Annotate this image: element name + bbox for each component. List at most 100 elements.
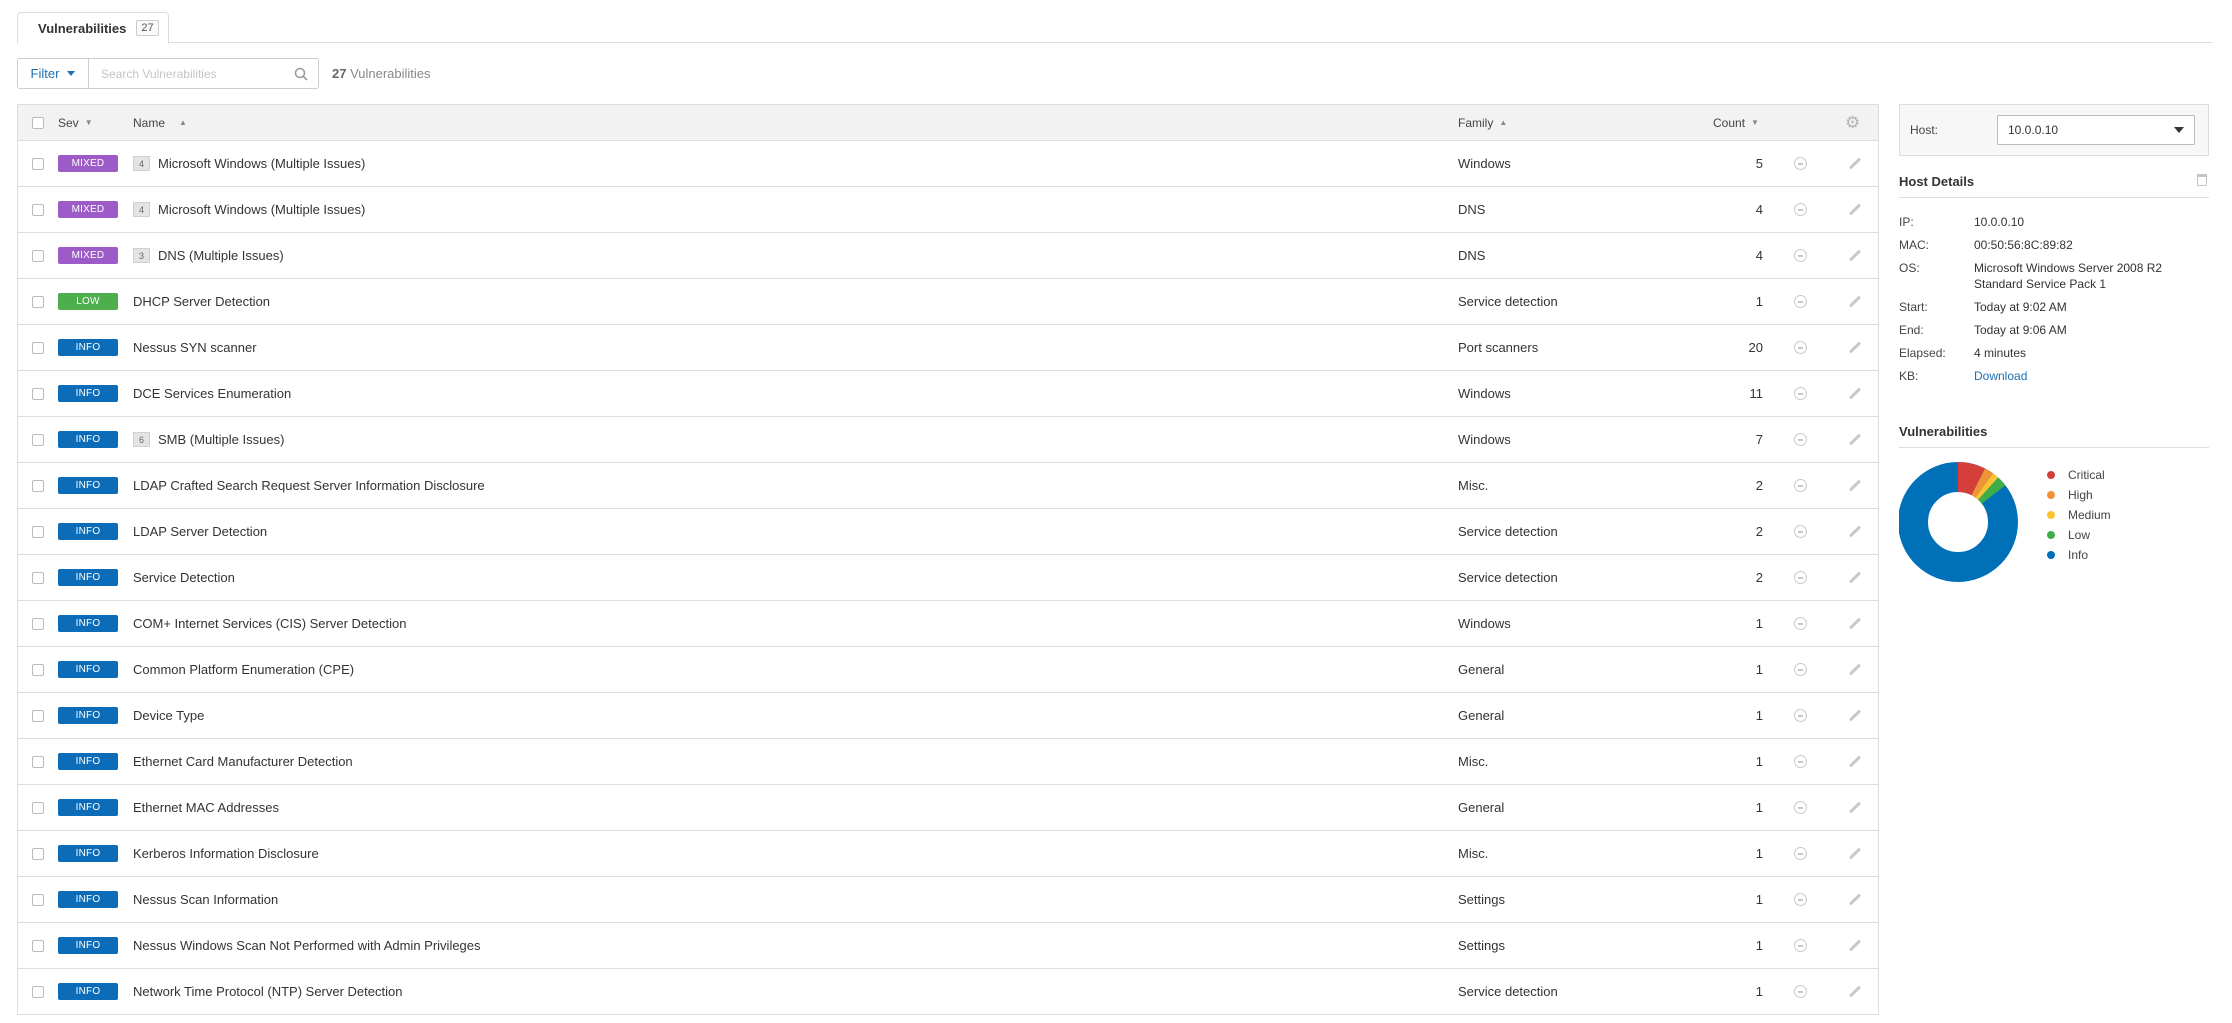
table-row[interactable]: INFO COM+ Internet Services (CIS) Server…: [18, 601, 1878, 647]
vulnerability-name[interactable]: Common Platform Enumeration (CPE): [133, 662, 354, 677]
table-row[interactable]: INFO Nessus Scan Information Settings 1: [18, 877, 1878, 923]
edit-pencil-icon[interactable]: [1848, 755, 1862, 768]
vulnerability-name[interactable]: Ethernet Card Manufacturer Detection: [133, 754, 353, 769]
edit-pencil-icon[interactable]: [1848, 387, 1862, 400]
row-checkbox[interactable]: [32, 617, 44, 630]
row-checkbox[interactable]: [32, 203, 44, 216]
edit-pencil-icon[interactable]: [1848, 801, 1862, 814]
vulnerability-name[interactable]: Nessus Scan Information: [133, 892, 278, 907]
snooze-icon[interactable]: [1794, 387, 1807, 400]
vulnerability-name[interactable]: Microsoft Windows (Multiple Issues): [158, 156, 365, 171]
tab-vulnerabilities[interactable]: Vulnerabilities 27: [17, 12, 169, 44]
filter-button[interactable]: Filter: [17, 58, 89, 89]
search-input[interactable]: [99, 65, 279, 82]
row-checkbox[interactable]: [32, 341, 44, 354]
row-checkbox[interactable]: [32, 801, 44, 814]
row-checkbox[interactable]: [32, 387, 44, 400]
snooze-icon[interactable]: [1794, 203, 1807, 216]
edit-pencil-icon[interactable]: [1848, 847, 1862, 860]
vulnerability-name[interactable]: Nessus Windows Scan Not Performed with A…: [133, 938, 481, 953]
edit-pencil-icon[interactable]: [1848, 939, 1862, 952]
row-checkbox[interactable]: [32, 709, 44, 722]
vulnerability-name[interactable]: DNS (Multiple Issues): [158, 248, 284, 263]
edit-pencil-icon[interactable]: [1848, 985, 1862, 998]
table-row[interactable]: LOW DHCP Server Detection Service detect…: [18, 279, 1878, 325]
edit-pencil-icon[interactable]: [1848, 617, 1862, 630]
host-select[interactable]: 10.0.0.10: [1997, 115, 2195, 145]
row-checkbox[interactable]: [32, 479, 44, 492]
edit-pencil-icon[interactable]: [1848, 571, 1862, 584]
table-row[interactable]: INFO Common Platform Enumeration (CPE) G…: [18, 647, 1878, 693]
snooze-icon[interactable]: [1794, 709, 1807, 722]
snooze-icon[interactable]: [1794, 617, 1807, 630]
column-header-count[interactable]: Count ▼: [1713, 105, 1759, 140]
edit-pencil-icon[interactable]: [1848, 433, 1862, 446]
row-checkbox[interactable]: [32, 249, 44, 262]
row-checkbox[interactable]: [32, 847, 44, 860]
column-header-name[interactable]: Name ▲: [133, 105, 187, 140]
edit-pencil-icon[interactable]: [1848, 203, 1862, 216]
snooze-icon[interactable]: [1794, 985, 1807, 998]
vulnerability-name[interactable]: DCE Services Enumeration: [133, 386, 291, 401]
vulnerability-name[interactable]: Microsoft Windows (Multiple Issues): [158, 202, 365, 217]
edit-pencil-icon[interactable]: [1848, 525, 1862, 538]
vulnerability-name[interactable]: Nessus SYN scanner: [133, 340, 257, 355]
table-row[interactable]: INFO DCE Services Enumeration Windows 11: [18, 371, 1878, 417]
snooze-icon[interactable]: [1794, 663, 1807, 676]
snooze-icon[interactable]: [1794, 525, 1807, 538]
column-header-sev[interactable]: Sev ▼: [58, 105, 93, 140]
vulnerability-name[interactable]: COM+ Internet Services (CIS) Server Dete…: [133, 616, 406, 631]
vulnerability-name[interactable]: Device Type: [133, 708, 204, 723]
table-row[interactable]: INFO LDAP Crafted Search Request Server …: [18, 463, 1878, 509]
search-icon[interactable]: [294, 67, 308, 81]
edit-pencil-icon[interactable]: [1848, 709, 1862, 722]
row-checkbox[interactable]: [32, 663, 44, 676]
snooze-icon[interactable]: [1794, 479, 1807, 492]
vulnerability-name[interactable]: LDAP Crafted Search Request Server Infor…: [133, 478, 485, 493]
snooze-icon[interactable]: [1794, 893, 1807, 906]
table-row[interactable]: INFO Ethernet MAC Addresses General 1: [18, 785, 1878, 831]
edit-pencil-icon[interactable]: [1848, 663, 1862, 676]
row-checkbox[interactable]: [32, 157, 44, 170]
snooze-icon[interactable]: [1794, 939, 1807, 952]
snooze-icon[interactable]: [1794, 341, 1807, 354]
row-checkbox[interactable]: [32, 985, 44, 998]
trash-icon[interactable]: [2197, 174, 2207, 186]
edit-pencil-icon[interactable]: [1848, 893, 1862, 906]
vulnerability-name[interactable]: LDAP Server Detection: [133, 524, 267, 539]
table-row[interactable]: MIXED 4 Microsoft Windows (Multiple Issue…: [18, 141, 1878, 187]
column-header-family[interactable]: Family ▲: [1458, 105, 1507, 140]
row-checkbox[interactable]: [32, 571, 44, 584]
row-checkbox[interactable]: [32, 525, 44, 538]
download-link[interactable]: Download: [1974, 368, 2204, 384]
row-checkbox[interactable]: [32, 755, 44, 768]
edit-pencil-icon[interactable]: [1848, 295, 1862, 308]
snooze-icon[interactable]: [1794, 571, 1807, 584]
search-box[interactable]: [89, 58, 319, 89]
vulnerability-name[interactable]: Service Detection: [133, 570, 235, 585]
row-checkbox[interactable]: [32, 295, 44, 308]
edit-pencil-icon[interactable]: [1848, 249, 1862, 262]
vulnerability-name[interactable]: Network Time Protocol (NTP) Server Detec…: [133, 984, 402, 999]
table-row[interactable]: INFO 6 SMB (Multiple Issues) Windows 7: [18, 417, 1878, 463]
edit-pencil-icon[interactable]: [1848, 157, 1862, 170]
snooze-icon[interactable]: [1794, 249, 1807, 262]
snooze-icon[interactable]: [1794, 801, 1807, 814]
table-row[interactable]: INFO Nessus Windows Scan Not Performed w…: [18, 923, 1878, 969]
table-row[interactable]: INFO Kerberos Information Disclosure Mis…: [18, 831, 1878, 877]
table-row[interactable]: INFO Network Time Protocol (NTP) Server …: [18, 969, 1878, 1015]
table-row[interactable]: INFO Ethernet Card Manufacturer Detectio…: [18, 739, 1878, 785]
snooze-icon[interactable]: [1794, 847, 1807, 860]
vulnerability-name[interactable]: Kerberos Information Disclosure: [133, 846, 319, 861]
snooze-icon[interactable]: [1794, 295, 1807, 308]
vulnerability-name[interactable]: DHCP Server Detection: [133, 294, 270, 309]
select-all-checkbox[interactable]: [32, 116, 44, 129]
vulnerability-name[interactable]: SMB (Multiple Issues): [158, 432, 284, 447]
row-checkbox[interactable]: [32, 433, 44, 446]
snooze-icon[interactable]: [1794, 755, 1807, 768]
table-row[interactable]: INFO Nessus SYN scanner Port scanners 20: [18, 325, 1878, 371]
table-row[interactable]: MIXED 3 DNS (Multiple Issues) DNS 4: [18, 233, 1878, 279]
vulnerability-name[interactable]: Ethernet MAC Addresses: [133, 800, 279, 815]
row-checkbox[interactable]: [32, 939, 44, 952]
table-row[interactable]: INFO Device Type General 1: [18, 693, 1878, 739]
